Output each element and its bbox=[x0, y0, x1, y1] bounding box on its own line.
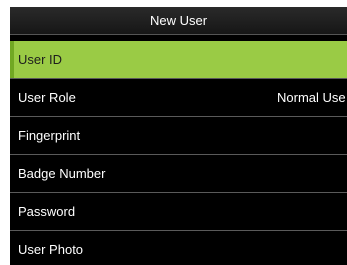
menu-item-badge-number[interactable]: Badge Number bbox=[10, 155, 347, 193]
menu-item-user-photo[interactable]: User Photo bbox=[10, 231, 347, 265]
menu-item-value: Normal Use bbox=[277, 90, 346, 105]
menu-item-label: User Role bbox=[18, 90, 76, 105]
menu-item-label: Password bbox=[18, 204, 76, 219]
menu-item-label: Fingerprint bbox=[18, 128, 81, 143]
new-user-menu: User ID User Role Normal Use Fingerprint… bbox=[10, 41, 347, 265]
menu-item-label: User Photo bbox=[18, 242, 84, 257]
menu-item-label: Badge Number bbox=[18, 166, 106, 181]
device-screen: New User User ID User Role Normal Use Fi… bbox=[10, 7, 347, 265]
menu-item-password[interactable]: Password bbox=[10, 193, 347, 231]
page-title: New User bbox=[10, 7, 347, 35]
menu-item-user-id[interactable]: User ID bbox=[10, 41, 347, 79]
menu-item-label: User ID bbox=[18, 52, 63, 67]
menu-item-user-role[interactable]: User Role Normal Use bbox=[10, 79, 347, 117]
menu-item-fingerprint[interactable]: Fingerprint bbox=[10, 117, 347, 155]
